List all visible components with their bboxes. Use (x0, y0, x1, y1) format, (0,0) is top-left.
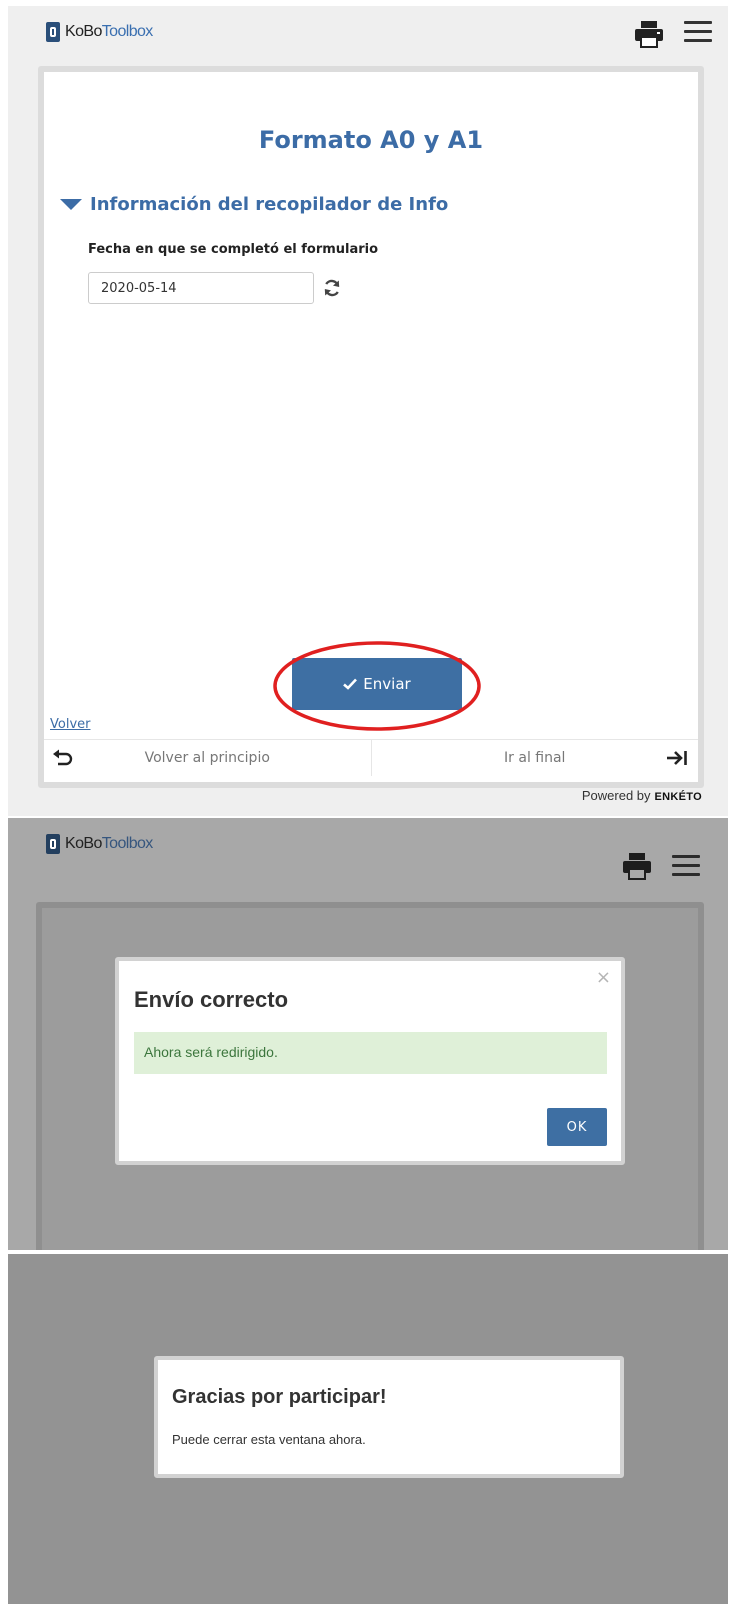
caret-down-icon (60, 199, 82, 210)
app-header: KoBoToolbox (8, 6, 728, 60)
back-link[interactable]: Volver (50, 717, 91, 732)
powered-by-text: Powered by (581, 788, 651, 803)
go-to-end-label: Ir al final (504, 750, 566, 766)
close-icon[interactable]: × (596, 967, 611, 988)
logo-mark (46, 834, 60, 854)
go-to-end-icon (667, 751, 687, 765)
logo-text-kobo: KoBo (65, 835, 102, 852)
undo-arrow-icon (53, 749, 73, 766)
go-to-end-button[interactable]: Ir al final (372, 740, 699, 776)
highlight-annotation (273, 641, 481, 731)
logo-mark (46, 22, 60, 42)
print-icon (623, 853, 651, 880)
menu-icon[interactable] (684, 20, 712, 44)
logo-text-toolbox: Toolbox (101, 23, 154, 40)
go-to-start-button[interactable]: Volver al principio (44, 740, 372, 776)
date-field[interactable] (88, 272, 314, 304)
success-alert: Ahora será redirigido. (134, 1032, 607, 1074)
enketo-logo[interactable]: ENKÉTO (655, 791, 702, 803)
submission-success-screen: KoBoToolbox × Envío correcto Ahora será … (8, 818, 728, 1250)
print-icon[interactable] (634, 20, 664, 48)
kobotoolbox-logo: KoBoToolbox (46, 834, 153, 854)
kobotoolbox-logo[interactable]: KoBoToolbox (46, 22, 153, 42)
success-dialog: × Envío correcto Ahora será redirigido. … (115, 957, 625, 1165)
logo-text-toolbox: Toolbox (101, 835, 154, 852)
group-toggle[interactable]: Información del recopilador de Info (60, 194, 448, 215)
thanks-message: Puede cerrar esta ventana ahora. (172, 1432, 366, 1447)
question-label: Fecha en que se completó el formulario (88, 242, 379, 257)
thanks-title: Gracias por participar! (172, 1386, 387, 1408)
form-container: Formato A0 y A1 Información del recopila… (38, 66, 704, 788)
thank-you-screen: Gracias por participar! Puede cerrar est… (8, 1254, 728, 1604)
powered-by: Powered by ENKÉTO (582, 788, 702, 803)
bottom-nav: Volver al principio Ir al final (44, 739, 698, 776)
app-header-dimmed: KoBoToolbox (8, 818, 728, 880)
dialog-title: Envío correcto (134, 987, 289, 1012)
menu-icon (672, 854, 700, 878)
go-to-start-label: Volver al principio (144, 750, 270, 766)
group-title: Información del recopilador de Info (90, 194, 449, 215)
thanks-dialog: Gracias por participar! Puede cerrar est… (154, 1356, 624, 1478)
ok-button[interactable]: OK (547, 1108, 607, 1146)
refresh-icon[interactable] (322, 278, 342, 298)
logo-text-kobo: KoBo (65, 23, 102, 40)
form-title: Formato A0 y A1 (258, 126, 484, 154)
form-screen: KoBoToolbox Formato A0 y A1 Información … (8, 6, 728, 816)
